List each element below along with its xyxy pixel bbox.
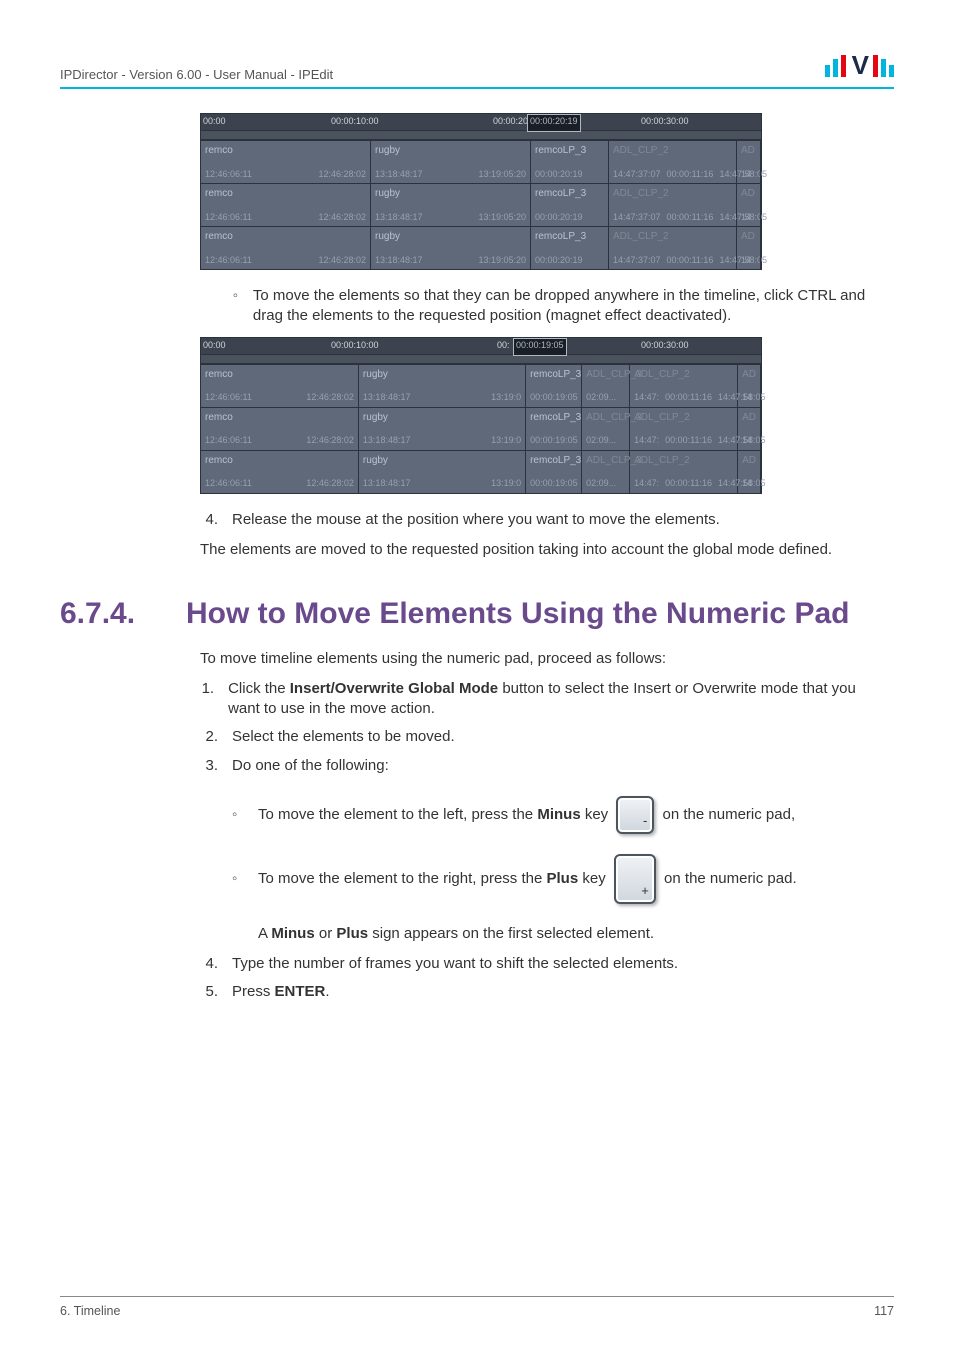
- substep-note: A Minus or Plus sign appears on the firs…: [258, 924, 884, 944]
- timeline-screenshot-magnet: 00:00 00:00:10:00 00:00:20 00:00:20:19 0…: [200, 113, 762, 270]
- minus-key-icon: -: [616, 796, 654, 834]
- footer-section: 6. Timeline: [60, 1303, 120, 1320]
- bullet-text: To move the elements so that they can be…: [253, 286, 884, 327]
- timeline-track-row: remco12:46:06:1112:46:28:02 rugby13:18:4…: [201, 407, 761, 450]
- num-step-1: 1. Click the Insert/Overwrite Global Mod…: [200, 679, 884, 720]
- ruler-tick: 00:00:20: [493, 115, 528, 127]
- num-step-3: 3.Do one of the following:: [200, 756, 884, 776]
- result-paragraph: The elements are moved to the requested …: [200, 540, 884, 560]
- page-header: IPDirector - Version 6.00 - User Manual …: [60, 48, 894, 89]
- ruler-tick: 00:00:10:00: [331, 115, 379, 127]
- timeline-track-row: remco12:46:06:1112:46:28:02 rugby13:18:4…: [201, 140, 761, 183]
- timeline-marker: 00:00:19:05: [513, 338, 567, 356]
- ruler-tick: 00:00:30:00: [641, 115, 689, 127]
- num-step-5: 5. Press ENTER.: [200, 982, 884, 1002]
- timeline-ruler: 00:00 00:00:10:00 00: 00:00:19:05 00:00:…: [201, 338, 761, 355]
- plus-key-icon: +: [614, 854, 656, 904]
- timeline-screenshot-free: 00:00 00:00:10:00 00: 00:00:19:05 00:00:…: [200, 337, 762, 494]
- ruler-tick: 00:00: [203, 115, 226, 127]
- step-4: 4.Release the mouse at the position wher…: [200, 510, 884, 530]
- section-intro: To move timeline elements using the nume…: [200, 649, 884, 669]
- num-step-4: 4.Type the number of frames you want to …: [200, 954, 884, 974]
- section-number: 6.7.4.: [60, 594, 156, 635]
- page-footer: 6. Timeline 117: [60, 1296, 894, 1320]
- substep-plus: ◦ To move the element to the right, pres…: [232, 854, 884, 904]
- evs-logo: V: [825, 48, 894, 83]
- timeline-ruler: 00:00 00:00:10:00 00:00:20 00:00:20:19 0…: [201, 114, 761, 131]
- num-step-2: 2.Select the elements to be moved.: [200, 727, 884, 747]
- substep-minus: ◦ To move the element to the left, press…: [232, 796, 884, 834]
- section-heading: 6.7.4. How to Move Elements Using the Nu…: [60, 594, 894, 635]
- bullet-icon: ◦: [232, 805, 244, 825]
- section-title: How to Move Elements Using the Numeric P…: [186, 594, 849, 635]
- bullet-icon: ◦: [232, 286, 239, 327]
- footer-page: 117: [874, 1303, 894, 1320]
- header-title: IPDirector - Version 6.00 - User Manual …: [60, 66, 333, 84]
- timeline-track-row: remco12:46:06:1112:46:28:02 rugby13:18:4…: [201, 364, 761, 407]
- sub-bullet-ctrl: ◦ To move the elements so that they can …: [232, 286, 884, 327]
- timeline-track-row: remco12:46:06:1112:46:28:02 rugby13:18:4…: [201, 450, 761, 493]
- timeline-track-row: remco12:46:06:1112:46:28:02 rugby13:18:4…: [201, 226, 761, 269]
- bullet-icon: ◦: [232, 869, 244, 889]
- timeline-track-row: remco12:46:06:1112:46:28:02 rugby13:18:4…: [201, 183, 761, 226]
- timeline-marker: 00:00:20:19: [527, 114, 581, 132]
